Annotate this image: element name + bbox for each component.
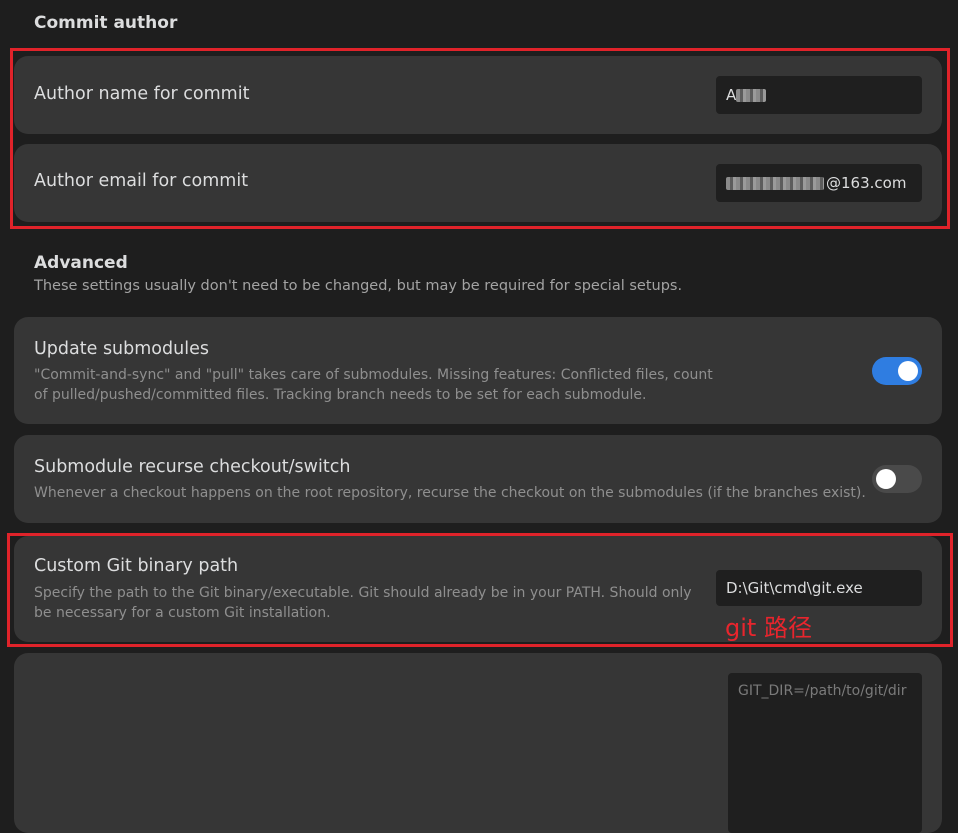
update-submodules-label: Update submodules xyxy=(34,339,209,359)
environment-variables-setting: GIT_DIR=/path/to/git/dir xyxy=(14,653,942,833)
git-binary-path-description: Specify the path to the Git binary/execu… xyxy=(34,585,692,621)
update-submodules-description: "Commit-and-sync" and "pull" takes care … xyxy=(34,367,713,403)
advanced-description: These settings usually don't need to be … xyxy=(34,278,683,294)
update-submodules-toggle[interactable] xyxy=(872,357,922,385)
toggle-knob xyxy=(876,469,896,489)
environment-variables-placeholder: GIT_DIR=/path/to/git/dir xyxy=(738,683,907,699)
update-submodules-setting: Update submodules "Commit-and-sync" and … xyxy=(14,317,942,424)
submodule-recurse-toggle[interactable] xyxy=(872,465,922,493)
author-name-setting: Author name for commit A xyxy=(14,56,942,134)
author-name-value: A xyxy=(726,86,737,104)
git-binary-path-label: Custom Git binary path xyxy=(34,556,239,576)
git-path-annotation: git 路径 xyxy=(725,614,812,642)
commit-author-heading: Commit author xyxy=(34,13,178,33)
author-email-setting: Author email for commit @163.com xyxy=(14,144,942,222)
author-email-input[interactable]: @163.com xyxy=(716,164,922,202)
submodule-recurse-description: Whenever a checkout happens on the root … xyxy=(34,485,866,501)
toggle-knob xyxy=(898,361,918,381)
blurred-email-text xyxy=(726,176,824,190)
git-binary-path-input[interactable]: D:\Git\cmd\git.exe xyxy=(716,570,922,606)
environment-variables-textarea[interactable]: GIT_DIR=/path/to/git/dir xyxy=(728,673,922,833)
author-name-label: Author name for commit xyxy=(34,84,250,104)
author-email-value: @163.com xyxy=(826,174,907,192)
blurred-name-text xyxy=(736,88,767,102)
advanced-heading: Advanced xyxy=(34,253,128,273)
author-name-input[interactable]: A xyxy=(716,76,922,114)
submodule-recurse-label: Submodule recurse checkout/switch xyxy=(34,457,351,477)
submodule-recurse-setting: Submodule recurse checkout/switch Whenev… xyxy=(14,435,942,523)
git-binary-path-value: D:\Git\cmd\git.exe xyxy=(726,579,863,597)
author-email-label: Author email for commit xyxy=(34,171,249,191)
